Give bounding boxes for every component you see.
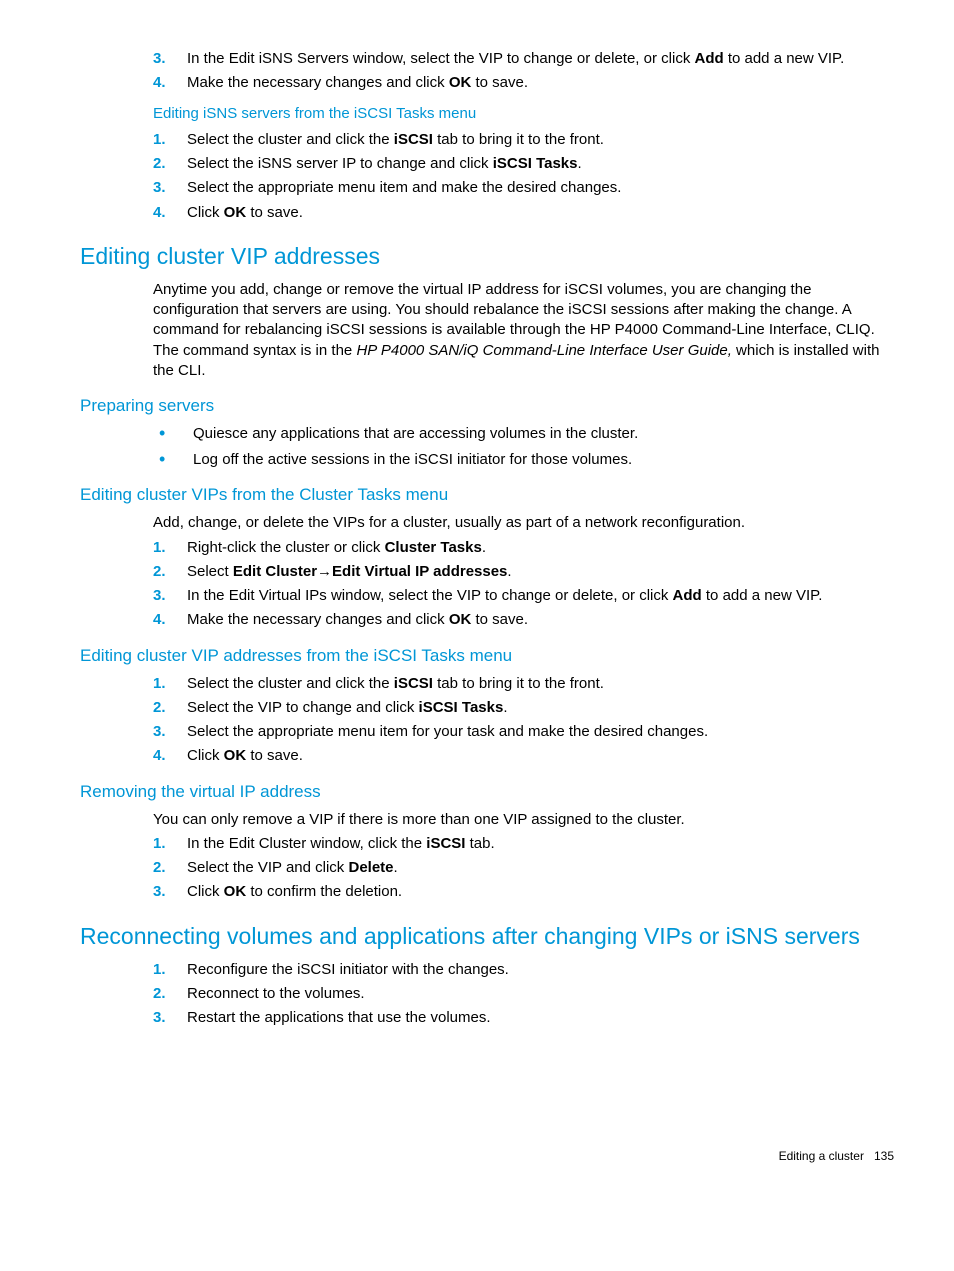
continued-steps: 3.In the Edit iSNS Servers window, selec… xyxy=(153,49,894,94)
list-item: 3.Click OK to confirm the deletion. xyxy=(153,882,894,902)
heading-isns-tasks: Editing iSNS servers from the iSCSI Task… xyxy=(153,104,894,124)
list-item: 1.In the Edit Cluster window, click the … xyxy=(153,834,894,854)
cluster-tasks-para: Add, change, or delete the VIPs for a cl… xyxy=(153,513,894,533)
heading-cluster-tasks: Editing cluster VIPs from the Cluster Ta… xyxy=(80,484,894,507)
list-item: 1.Select the cluster and click the iSCSI… xyxy=(153,130,894,150)
heading-iscsi-tasks2: Editing cluster VIP addresses from the i… xyxy=(80,645,894,668)
list-item: 2.Select the VIP to change and click iSC… xyxy=(153,698,894,718)
list-item: 2.Reconnect to the volumes. xyxy=(153,984,894,1004)
list-item: 1.Right-click the cluster or click Clust… xyxy=(153,538,894,558)
heading-remove-vip: Removing the virtual IP address xyxy=(80,781,894,804)
prep-bullets: •Quiesce any applications that are acces… xyxy=(153,424,894,471)
list-item: 4.Click OK to save. xyxy=(153,746,894,766)
reconnect-steps: 1.Reconfigure the iSCSI initiator with t… xyxy=(153,960,894,1029)
list-item: 2.Select Edit Cluster→Edit Virtual IP ad… xyxy=(153,562,894,582)
list-item: 3.Restart the applications that use the … xyxy=(153,1008,894,1028)
iscsi-tasks2-steps: 1.Select the cluster and click the iSCSI… xyxy=(153,674,894,767)
cluster-tasks-steps: 1.Right-click the cluster or click Clust… xyxy=(153,538,894,631)
list-item: •Log off the active sessions in the iSCS… xyxy=(153,450,894,470)
list-item: 2.Select the iSNS server IP to change an… xyxy=(153,154,894,174)
list-item: 1.Select the cluster and click the iSCSI… xyxy=(153,674,894,694)
list-item: 1.Reconfigure the iSCSI initiator with t… xyxy=(153,960,894,980)
list-item: 3.In the Edit iSNS Servers window, selec… xyxy=(153,49,894,69)
isns-tasks-steps: 1.Select the cluster and click the iSCSI… xyxy=(153,130,894,223)
list-item: 3.In the Edit Virtual IPs window, select… xyxy=(153,586,894,606)
page-footer: Editing a cluster 135 xyxy=(80,1148,894,1164)
remove-vip-para: You can only remove a VIP if there is mo… xyxy=(153,810,894,830)
list-item: 3.Select the appropriate menu item and m… xyxy=(153,178,894,198)
remove-vip-steps: 1.In the Edit Cluster window, click the … xyxy=(153,834,894,903)
heading-prep-servers: Preparing servers xyxy=(80,395,894,418)
list-item: 2.Select the VIP and click Delete. xyxy=(153,858,894,878)
edit-vip-para: Anytime you add, change or remove the vi… xyxy=(153,280,894,381)
heading-reconnect: Reconnecting volumes and applications af… xyxy=(80,921,894,952)
list-item: 3.Select the appropriate menu item for y… xyxy=(153,722,894,742)
list-item: 4.Make the necessary changes and click O… xyxy=(153,73,894,93)
list-item: •Quiesce any applications that are acces… xyxy=(153,424,894,444)
list-item: 4.Make the necessary changes and click O… xyxy=(153,610,894,630)
bullet-icon: • xyxy=(153,450,193,470)
heading-edit-vip: Editing cluster VIP addresses xyxy=(80,241,894,272)
bullet-icon: • xyxy=(153,424,193,444)
list-item: 4.Click OK to save. xyxy=(153,203,894,223)
